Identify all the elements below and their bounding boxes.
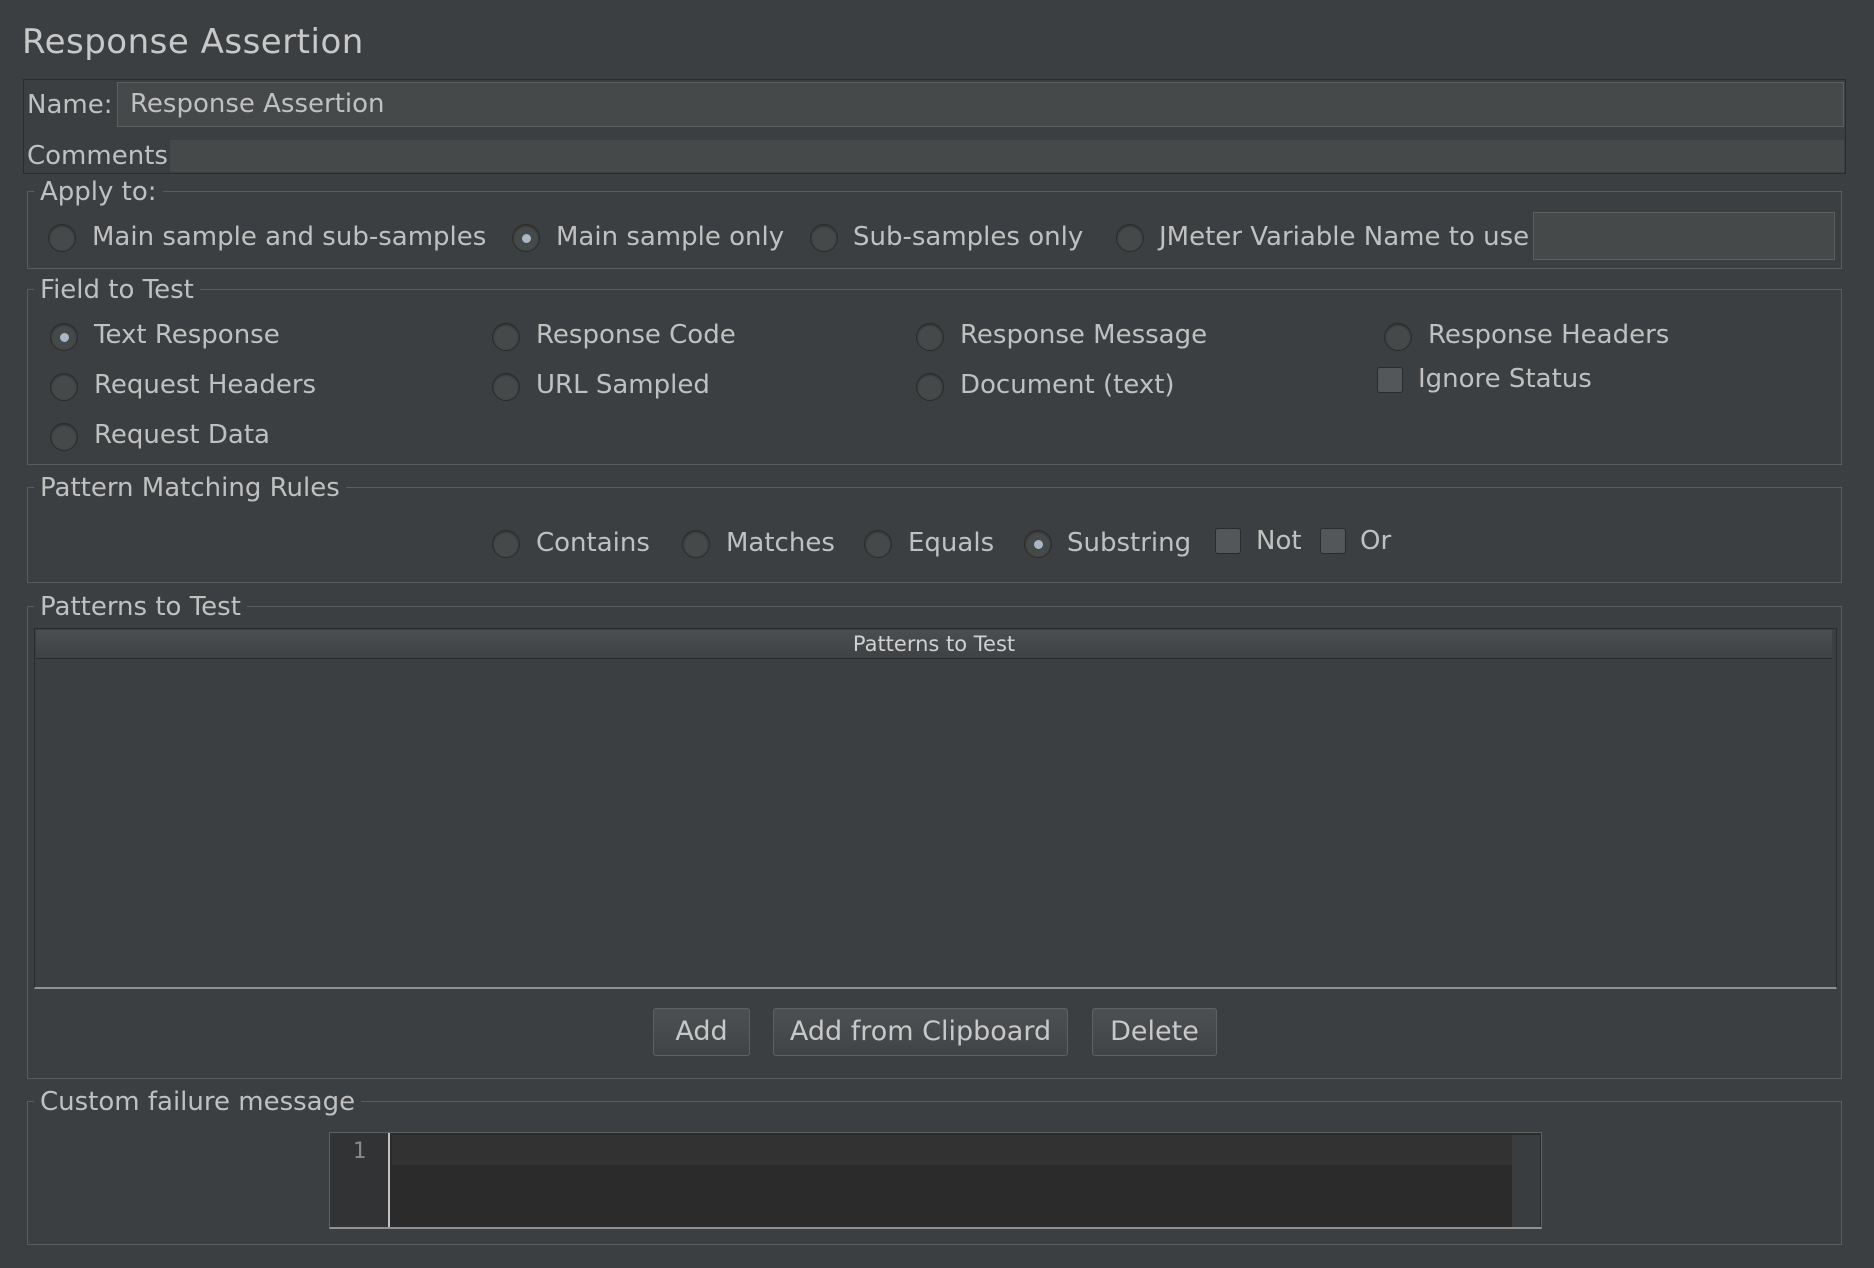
radio-response-headers-label[interactable]: Response Headers — [1428, 320, 1669, 350]
name-label: Name: — [27, 90, 113, 120]
or-label[interactable]: Or — [1360, 526, 1391, 556]
radio-document-text[interactable] — [916, 373, 944, 401]
add-from-clipboard-button[interactable]: Add from Clipboard — [773, 1008, 1068, 1056]
page-title: Response Assertion — [22, 22, 364, 62]
apply-to-legend: Apply to: — [34, 177, 163, 207]
patterns-table[interactable] — [34, 628, 1837, 989]
radio-equals-label[interactable]: Equals — [908, 528, 994, 558]
jmeter-variable-input[interactable] — [1533, 212, 1835, 260]
current-line-highlight[interactable] — [392, 1135, 1512, 1165]
radio-url-sampled[interactable] — [492, 373, 520, 401]
radio-response-headers[interactable] — [1384, 323, 1412, 351]
field-to-test-legend: Field to Test — [34, 275, 200, 305]
radio-request-data[interactable] — [50, 423, 78, 451]
radio-response-code-label[interactable]: Response Code — [536, 320, 736, 350]
radio-equals[interactable] — [864, 530, 892, 558]
radio-matches-label[interactable]: Matches — [726, 528, 835, 558]
name-input[interactable]: Response Assertion — [117, 82, 1844, 127]
not-checkbox[interactable] — [1215, 528, 1241, 554]
not-label[interactable]: Not — [1256, 526, 1302, 556]
radio-main-only[interactable] — [512, 224, 540, 252]
comments-label: Comments: — [27, 141, 177, 171]
radio-contains-label[interactable]: Contains — [536, 528, 650, 558]
patterns-table-header[interactable]: Patterns to Test — [36, 630, 1832, 659]
radio-sub-only-label[interactable]: Sub-samples only — [853, 222, 1083, 252]
ignore-status-label[interactable]: Ignore Status — [1418, 364, 1592, 394]
comments-input[interactable] — [170, 140, 1844, 172]
patterns-to-test-legend: Patterns to Test — [34, 592, 247, 622]
custom-failure-legend: Custom failure message — [34, 1087, 362, 1117]
radio-text-response-label[interactable]: Text Response — [94, 320, 280, 350]
radio-response-code[interactable] — [492, 323, 520, 351]
radio-main-only-label[interactable]: Main sample only — [556, 222, 784, 252]
line-number-gutter: 1 — [330, 1133, 390, 1227]
ignore-status-checkbox[interactable] — [1377, 367, 1403, 393]
radio-main-and-sub[interactable] — [48, 224, 76, 252]
radio-url-sampled-label[interactable]: URL Sampled — [536, 370, 710, 400]
radio-sub-only[interactable] — [810, 224, 838, 252]
delete-button[interactable]: Delete — [1092, 1008, 1217, 1056]
radio-jmeter-variable-label[interactable]: JMeter Variable Name to use — [1159, 222, 1529, 252]
radio-request-data-label[interactable]: Request Data — [94, 420, 270, 450]
radio-matches[interactable] — [682, 530, 710, 558]
radio-text-response[interactable] — [50, 323, 78, 351]
pattern-matching-legend: Pattern Matching Rules — [34, 473, 346, 503]
radio-response-message[interactable] — [916, 323, 944, 351]
radio-substring-label[interactable]: Substring — [1067, 528, 1191, 558]
add-button[interactable]: Add — [653, 1008, 750, 1056]
radio-main-and-sub-label[interactable]: Main sample and sub-samples — [92, 222, 486, 252]
radio-contains[interactable] — [492, 530, 520, 558]
radio-request-headers[interactable] — [50, 373, 78, 401]
editor-scrollbar[interactable] — [1512, 1135, 1540, 1227]
radio-document-text-label[interactable]: Document (text) — [960, 370, 1175, 400]
radio-response-message-label[interactable]: Response Message — [960, 320, 1207, 350]
radio-jmeter-variable[interactable] — [1116, 224, 1144, 252]
radio-substring[interactable] — [1024, 530, 1052, 558]
radio-request-headers-label[interactable]: Request Headers — [94, 370, 316, 400]
or-checkbox[interactable] — [1320, 528, 1346, 554]
